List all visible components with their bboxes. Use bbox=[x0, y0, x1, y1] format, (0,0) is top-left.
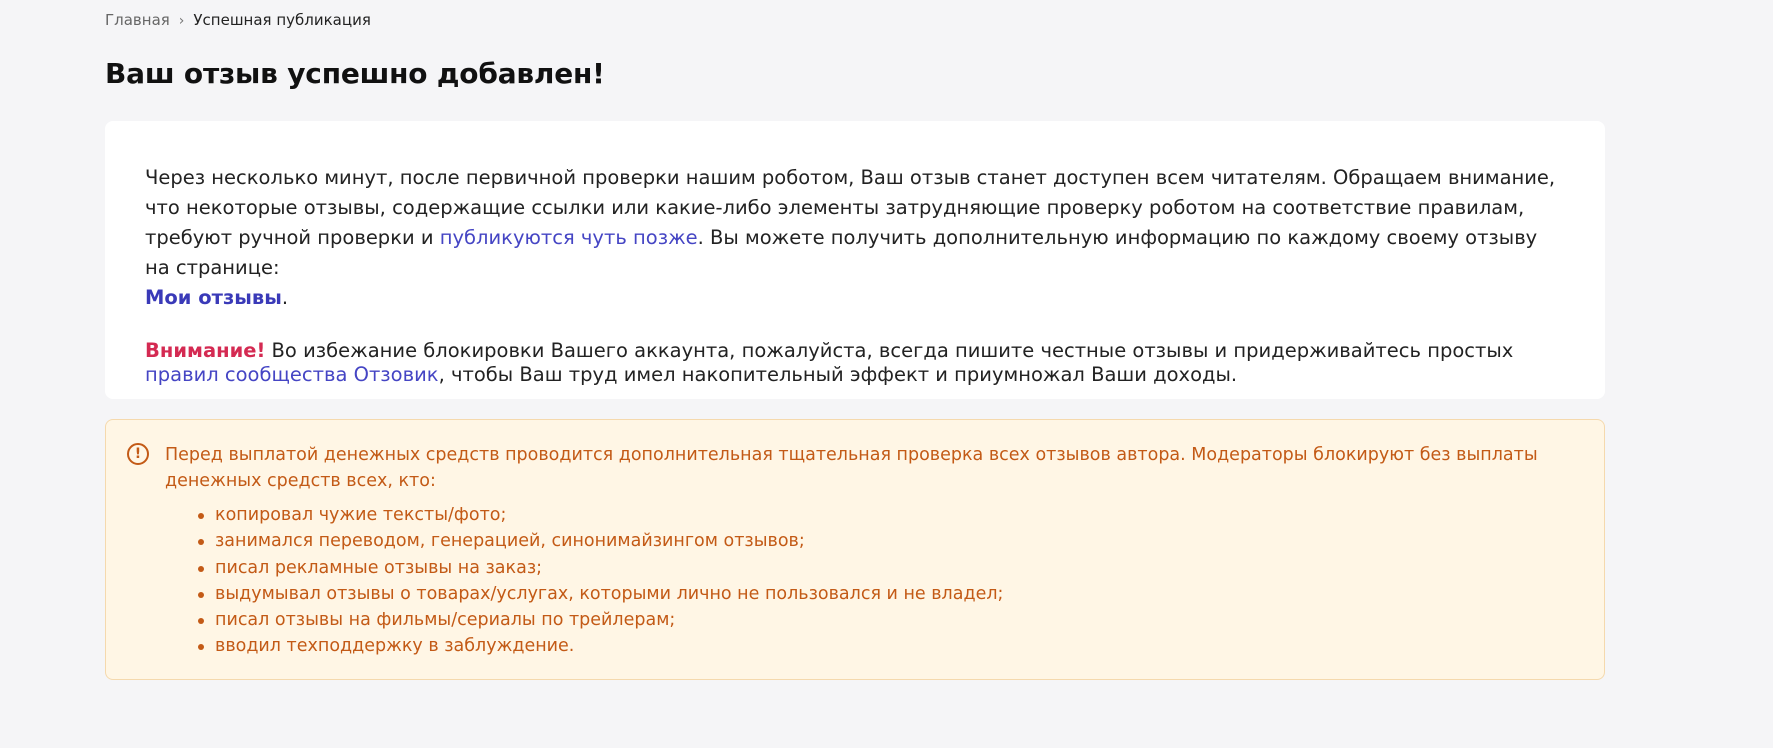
published-later-link[interactable]: публикуются чуть позже bbox=[440, 226, 698, 249]
list-item: вводил техподдержку в заблуждение. bbox=[198, 633, 1574, 659]
warning-paragraph: Внимание! Во избежание блокировки Вашего… bbox=[145, 339, 1565, 387]
my-reviews-link[interactable]: Мои отзывы bbox=[145, 286, 282, 309]
list-item: писал рекламные отзывы на заказ; bbox=[198, 555, 1574, 581]
exclamation-circle-icon: ! bbox=[127, 443, 149, 465]
page-title: Ваш отзыв успешно добавлен! bbox=[105, 57, 605, 90]
payout-notice: ! Перед выплатой денежных средств провод… bbox=[105, 419, 1605, 680]
list-item: выдумывал отзывы о товарах/услугах, кото… bbox=[198, 581, 1574, 607]
info-paragraph: Через несколько минут, после первичной п… bbox=[145, 163, 1565, 313]
breadcrumb: Главная › Успешная публикация bbox=[105, 10, 371, 31]
list-item: копировал чужие тексты/фото; bbox=[198, 502, 1574, 528]
warning-text-part2: , чтобы Ваш труд имел накопительный эффе… bbox=[438, 363, 1238, 386]
breadcrumb-current: Успешная публикация bbox=[193, 11, 371, 29]
community-rules-link[interactable]: правил сообщества Отзовик bbox=[145, 363, 439, 386]
attention-label: Внимание! bbox=[145, 339, 266, 362]
violations-list: копировал чужие тексты/фото; занимался п… bbox=[198, 502, 1574, 660]
warning-text-part1: Во избежание блокировки Вашего аккаунта,… bbox=[265, 339, 1514, 362]
list-item: занимался переводом, генерацией, синоним… bbox=[198, 528, 1574, 554]
notice-text: Перед выплатой денежных средств проводит… bbox=[165, 445, 1538, 491]
breadcrumb-home-link[interactable]: Главная bbox=[105, 11, 170, 29]
list-item: писал отзывы на фильмы/сериалы по трейле… bbox=[198, 607, 1574, 633]
info-text-end: . bbox=[281, 286, 289, 309]
breadcrumb-separator: › bbox=[178, 13, 185, 29]
info-card: Через несколько минут, после первичной п… bbox=[105, 121, 1605, 399]
